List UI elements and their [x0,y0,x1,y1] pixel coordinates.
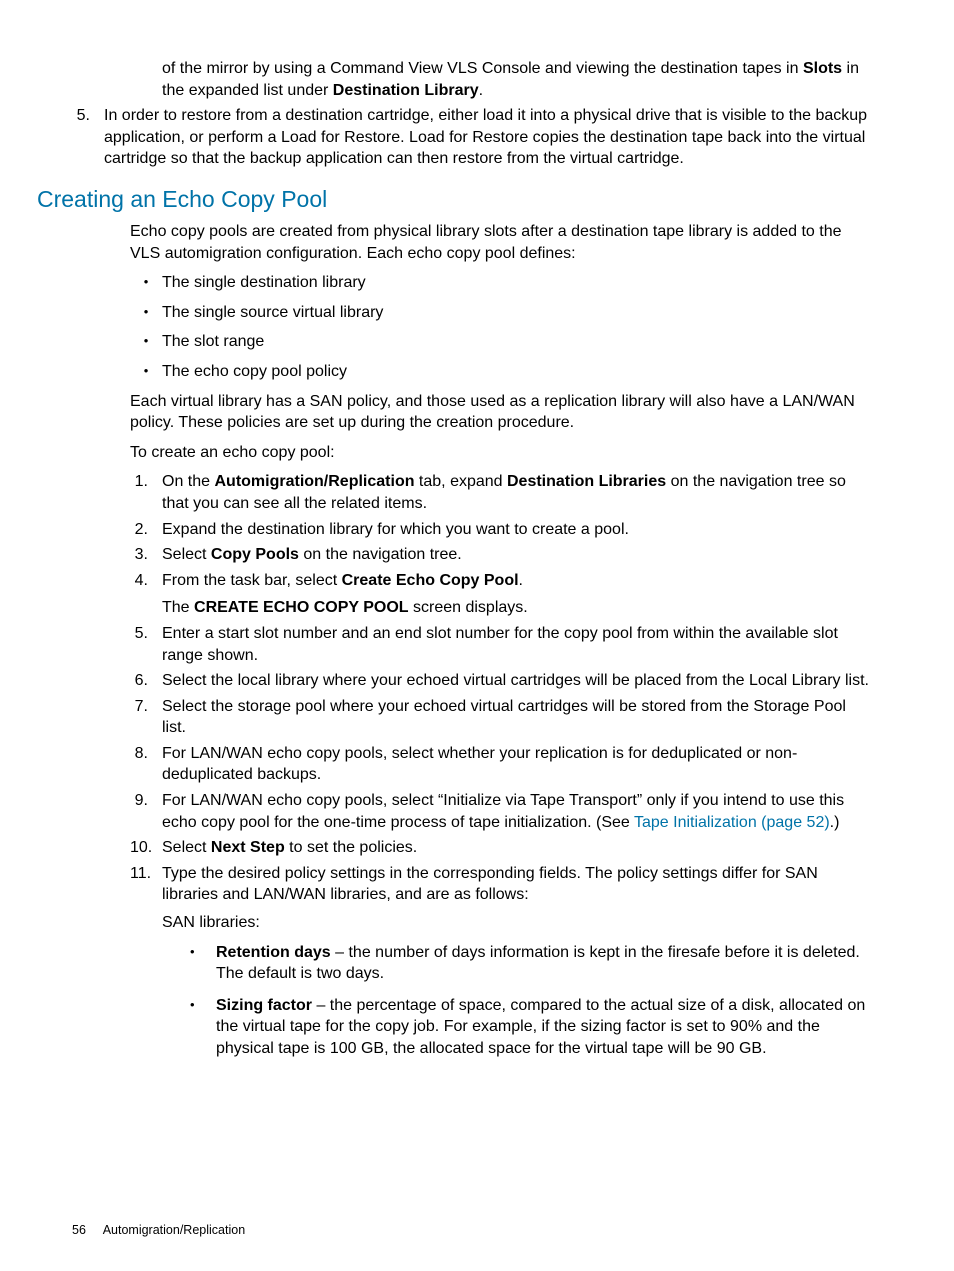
list-item: •The echo copy pool policy [130,361,872,383]
continued-paragraph: of the mirror by using a Command View VL… [162,58,872,101]
step-text: Expand the destination library for which… [162,519,872,541]
list-item: 7. Select the storage pool where your ec… [130,696,872,739]
step-number: 2. [130,519,162,541]
bullet-icon: • [190,942,216,985]
step-number: 1. [130,471,162,514]
bold-retention-days: Retention days [216,944,331,961]
link-tape-initialization[interactable]: Tape Initialization (page 52) [634,814,830,831]
text: Select [162,546,211,563]
bold-screen-name: CREATE ECHO COPY POOL [194,599,409,616]
step-number: 3. [130,544,162,566]
policy-settings-list: • Retention days – the number of days in… [190,942,872,1060]
bullet-icon: • [130,272,162,294]
list-item: 5. In order to restore from a destinatio… [72,105,882,170]
item-text: The single destination library [162,272,872,294]
bold-sizing-factor: Sizing factor [216,997,312,1014]
step-text: Select Next Step to set the policies. [162,837,872,859]
text: Select [162,839,211,856]
item-text: The slot range [162,331,872,353]
bold-next-step: Next Step [211,839,285,856]
prior-steps-list: 5. In order to restore from a destinatio… [72,105,882,170]
step-number: 6. [130,670,162,692]
step-text: For LAN/WAN echo copy pools, select whet… [162,743,872,786]
text: to set the policies. [285,839,418,856]
step-number: 8. [130,743,162,786]
list-item: • Retention days – the number of days in… [190,942,872,985]
item-text: The single source virtual library [162,302,872,324]
list-item: 5. Enter a start slot number and an end … [130,623,872,666]
step-number: 5. [72,105,104,170]
text: . [479,82,483,99]
bullet-icon: • [130,302,162,324]
list-item: •The single destination library [130,272,872,294]
text: screen displays. [409,599,528,616]
bullet-icon: • [190,995,216,1060]
list-item: 9. For LAN/WAN echo copy pools, select “… [130,790,872,833]
san-libraries-label: SAN libraries: [162,912,872,934]
list-item: 6. Select the local library where your e… [130,670,872,692]
text: tab, expand [414,473,507,490]
bold-destination-library: Destination Library [333,82,479,99]
step-number: 9. [130,790,162,833]
bullet-icon: • [130,361,162,383]
step-text: In order to restore from a destination c… [104,105,882,170]
page-number: 56 [72,1223,86,1237]
text: on the navigation tree. [299,546,462,563]
item-text: Sizing factor – the percentage of space,… [216,995,872,1060]
intro-paragraph-2: Each virtual library has a SAN policy, a… [130,391,872,434]
steps-list: 1. On the Automigration/Replication tab,… [130,471,872,1069]
step-number: 5. [130,623,162,666]
text: The [162,599,194,616]
list-item: 3. Select Copy Pools on the navigation t… [130,544,872,566]
text: of the mirror by using a Command View VL… [162,60,803,77]
text: . [519,572,523,589]
list-item: 8. For LAN/WAN echo copy pools, select w… [130,743,872,786]
step-text: Select Copy Pools on the navigation tree… [162,544,872,566]
bold-automigration-tab: Automigration/Replication [214,473,414,490]
step-number: 10. [130,837,162,859]
step-number: 11. [130,863,162,1070]
list-item: • Sizing factor – the percentage of spac… [190,995,872,1060]
item-text: Retention days – the number of days info… [216,942,872,985]
step-text: Select the local library where your echo… [162,670,872,692]
list-item: •The slot range [130,331,872,353]
page-footer: 56 Automigration/Replication [72,1222,245,1239]
bold-copy-pools: Copy Pools [211,546,299,563]
step-text: Type the desired policy settings in the … [162,863,872,1070]
bold-slots: Slots [803,60,842,77]
step-text: Select the storage pool where your echoe… [162,696,872,739]
list-item: 10. Select Next Step to set the policies… [130,837,872,859]
text: On the [162,473,214,490]
list-item: 4. From the task bar, select Create Echo… [130,570,872,619]
item-text: The echo copy pool policy [162,361,872,383]
list-item: 1. On the Automigration/Replication tab,… [130,471,872,514]
step-number: 7. [130,696,162,739]
step-number: 4. [130,570,162,619]
step-text: Enter a start slot number and an end slo… [162,623,872,666]
text: From the task bar, select [162,572,342,589]
defines-list: •The single destination library •The sin… [130,272,872,382]
step-text: From the task bar, select Create Echo Co… [162,570,872,619]
bold-destination-libraries: Destination Libraries [507,473,666,490]
list-item: 11. Type the desired policy settings in … [130,863,872,1070]
intro-paragraph: Echo copy pools are created from physica… [130,221,872,264]
list-item: 2. Expand the destination library for wh… [130,519,872,541]
step-text: For LAN/WAN echo copy pools, select “Ini… [162,790,872,833]
step-text: On the Automigration/Replication tab, ex… [162,471,872,514]
bold-create-echo-copy-pool: Create Echo Copy Pool [342,572,519,589]
list-item: •The single source virtual library [130,302,872,324]
text: Type the desired policy settings in the … [162,865,818,904]
bullet-icon: • [130,331,162,353]
section-heading: Creating an Echo Copy Pool [37,184,882,215]
footer-section-name: Automigration/Replication [103,1223,245,1237]
text: .) [830,814,840,831]
intro-paragraph-3: To create an echo copy pool: [130,442,872,464]
text: – the percentage of space, compared to t… [216,997,865,1057]
